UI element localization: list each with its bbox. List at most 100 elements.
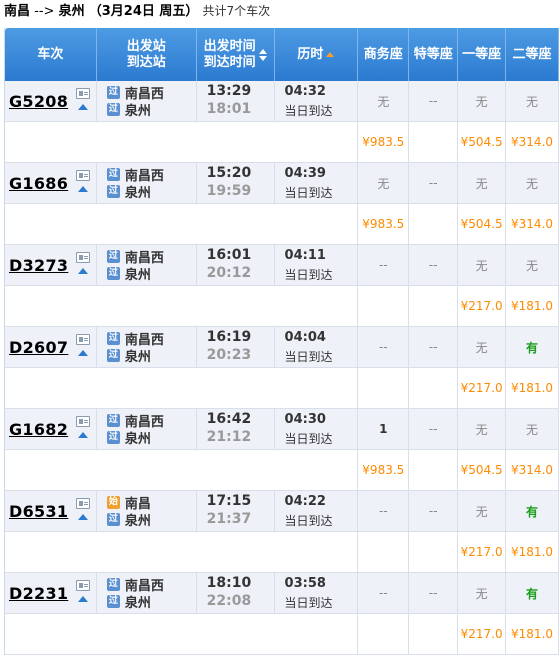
triangle-up-icon[interactable] bbox=[77, 432, 88, 438]
header-business: 商务座 bbox=[358, 28, 410, 81]
id-card-icon[interactable] bbox=[75, 88, 90, 99]
to-station-name: 泉州 bbox=[124, 350, 151, 365]
seat-second: 无 bbox=[506, 409, 559, 449]
route-arrow: --> bbox=[34, 4, 55, 19]
table-header: 车次 出发站 到达站 出发时间 到达时间 历时 商务座 特等座 一等座 二等座 bbox=[5, 28, 559, 81]
header-duration[interactable]: 历时 bbox=[275, 28, 359, 81]
duration-time: 04:39 bbox=[284, 165, 326, 181]
id-card-icon[interactable] bbox=[75, 580, 90, 591]
departure-time: 16:01 bbox=[206, 247, 252, 263]
price-spacer bbox=[275, 614, 359, 654]
route-from: 南昌 bbox=[4, 4, 31, 19]
to-station: 过 泉州 bbox=[106, 183, 151, 201]
seat-second: 无 bbox=[506, 81, 559, 121]
sort-up-icon[interactable] bbox=[326, 51, 335, 58]
train-icons bbox=[75, 498, 90, 520]
price-row: ¥983.5 ¥504.5 ¥314.0 bbox=[5, 122, 559, 163]
stations-cell: 过 南昌西 过 泉州 bbox=[97, 163, 197, 203]
arrival-time: 21:37 bbox=[206, 511, 252, 527]
train-number-link[interactable]: G1686 bbox=[9, 174, 68, 193]
seat-second: 有 bbox=[506, 327, 559, 367]
triangle-up-icon[interactable] bbox=[77, 186, 88, 192]
price-business bbox=[358, 286, 410, 326]
price-special bbox=[409, 122, 459, 162]
from-station: 过 南昌西 bbox=[106, 166, 164, 184]
header-times[interactable]: 出发时间 到达时间 bbox=[197, 28, 275, 81]
station-type-badge: 过 bbox=[106, 349, 120, 362]
departure-time: 16:19 bbox=[206, 329, 252, 345]
price-second: ¥181.0 bbox=[506, 614, 559, 654]
price-spacer bbox=[97, 450, 197, 490]
train-number-link[interactable]: D2607 bbox=[9, 338, 68, 357]
price-spacer bbox=[5, 204, 97, 244]
table-body: G5208 过 南昌西 过 泉州 13:29 18:01 04:32 当日到达 … bbox=[5, 81, 559, 655]
train-cell: G5208 bbox=[5, 81, 97, 121]
station-type-badge: 过 bbox=[106, 267, 120, 280]
price-spacer bbox=[197, 368, 275, 408]
train-cell: D2607 bbox=[5, 327, 97, 367]
header-second: 二等座 bbox=[506, 28, 559, 81]
triangle-up-icon[interactable] bbox=[77, 268, 88, 274]
price-business bbox=[358, 368, 410, 408]
price-special bbox=[409, 614, 459, 654]
to-station-name: 泉州 bbox=[124, 514, 151, 529]
price-second: ¥181.0 bbox=[506, 532, 559, 572]
seat-special: -- bbox=[409, 327, 459, 367]
id-card-icon[interactable] bbox=[75, 498, 90, 509]
price-spacer bbox=[97, 614, 197, 654]
price-spacer bbox=[97, 204, 197, 244]
id-card-icon[interactable] bbox=[75, 252, 90, 263]
station-type-badge: 过 bbox=[106, 431, 120, 444]
times-cell: 16:19 20:23 bbox=[197, 327, 275, 367]
station-type-badge: 过 bbox=[106, 103, 120, 116]
seat-first: 无 bbox=[458, 409, 507, 449]
arrival-note: 当日到达 bbox=[284, 349, 333, 364]
train-cell: D6531 bbox=[5, 491, 97, 531]
price-second: ¥314.0 bbox=[506, 204, 559, 244]
triangle-up-icon[interactable] bbox=[77, 104, 88, 110]
id-card-icon[interactable] bbox=[75, 334, 90, 345]
from-station: 过 南昌西 bbox=[106, 412, 164, 430]
price-first: ¥217.0 bbox=[458, 368, 507, 408]
header-stations[interactable]: 出发站 到达站 bbox=[97, 28, 197, 81]
seat-first: 无 bbox=[458, 245, 507, 285]
times-cell: 18:10 22:08 bbox=[197, 573, 275, 613]
id-card-icon[interactable] bbox=[75, 416, 90, 427]
arrival-note: 当日到达 bbox=[284, 595, 333, 610]
train-icons bbox=[75, 580, 90, 602]
price-spacer bbox=[5, 368, 97, 408]
seat-first: 无 bbox=[458, 327, 507, 367]
price-special bbox=[409, 450, 459, 490]
price-row: ¥217.0 ¥181.0 bbox=[5, 532, 559, 573]
to-station-name: 泉州 bbox=[124, 596, 151, 611]
table-row: G5208 过 南昌西 过 泉州 13:29 18:01 04:32 当日到达 … bbox=[5, 81, 559, 122]
price-first: ¥504.5 bbox=[458, 204, 507, 244]
duration-time: 04:04 bbox=[284, 329, 326, 345]
train-number-link[interactable]: G1682 bbox=[9, 420, 68, 439]
duration-cell: 04:22 当日到达 bbox=[275, 491, 359, 531]
train-number-link[interactable]: D3273 bbox=[9, 256, 68, 275]
triangle-up-icon[interactable] bbox=[77, 350, 88, 356]
train-cell: D2231 bbox=[5, 573, 97, 613]
from-station: 始 南昌 bbox=[106, 494, 151, 512]
train-number-link[interactable]: G5208 bbox=[9, 92, 68, 111]
seat-business: 无 bbox=[358, 163, 410, 203]
id-card-icon[interactable] bbox=[75, 170, 90, 181]
price-row: ¥983.5 ¥504.5 ¥314.0 bbox=[5, 450, 559, 491]
seat-special: -- bbox=[409, 573, 459, 613]
to-station: 过 泉州 bbox=[106, 347, 151, 365]
table-row: G1686 过 南昌西 过 泉州 15:20 19:59 04:39 当日到达 … bbox=[5, 163, 559, 204]
train-number-link[interactable]: D2231 bbox=[9, 584, 68, 603]
price-spacer bbox=[197, 204, 275, 244]
seat-business: -- bbox=[358, 573, 410, 613]
train-number-link[interactable]: D6531 bbox=[9, 502, 68, 521]
to-station: 过 泉州 bbox=[106, 101, 151, 119]
price-business: ¥983.5 bbox=[358, 450, 410, 490]
triangle-up-icon[interactable] bbox=[77, 514, 88, 520]
station-type-badge: 过 bbox=[106, 168, 120, 181]
sort-arrows-icon[interactable] bbox=[258, 48, 267, 62]
triangle-up-icon[interactable] bbox=[77, 596, 88, 602]
seat-business: 1 bbox=[358, 409, 410, 449]
duration-cell: 04:11 当日到达 bbox=[275, 245, 359, 285]
station-type-badge: 过 bbox=[106, 595, 120, 608]
